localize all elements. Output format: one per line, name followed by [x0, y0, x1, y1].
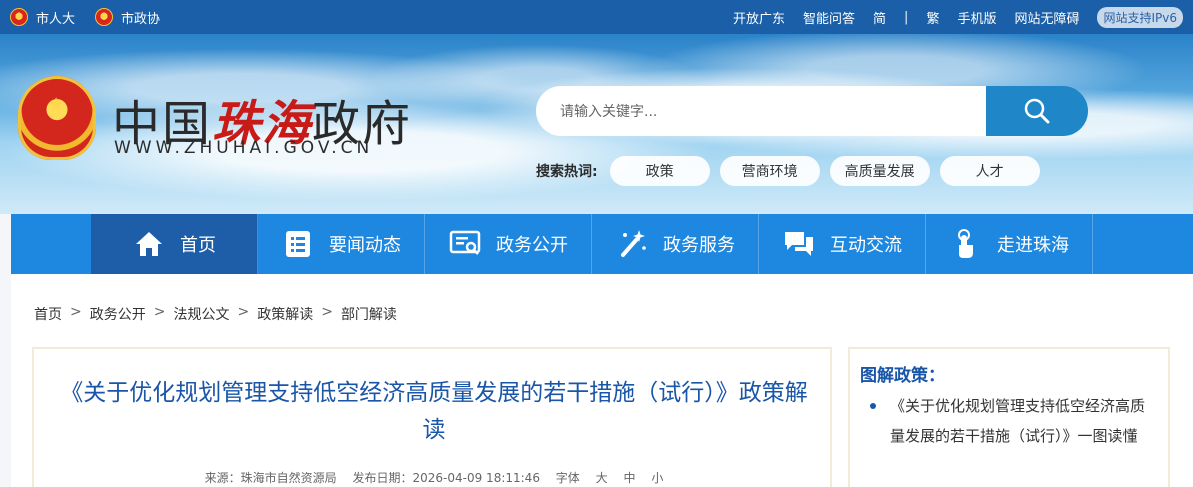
header-banner: ★ 中国珠海政府 WWW.ZHUHAI.GOV.CN 请输入关键字... 搜索热… — [0, 34, 1193, 214]
nav-item-news[interactable]: 要闻动态 — [258, 214, 425, 274]
link-simplified[interactable]: 简 — [873, 8, 886, 27]
nav-item-label: 首页 — [180, 235, 216, 256]
nav-items: 首页 要闻动态 政务公开 政务服务 互动交流 走进珠海 — [91, 214, 1093, 274]
list-item[interactable]: 《关于优化规划管理支持低空经济高质量发展的若干措施（试行）》一图读懂 — [864, 391, 1154, 451]
link-people-congress[interactable]: 市人大 — [10, 8, 75, 27]
bullet-icon — [870, 403, 876, 409]
news-list-icon — [281, 227, 315, 261]
site-url: WWW.ZHUHAI.GOV.CN — [114, 138, 374, 158]
nav-item-label: 互动交流 — [830, 235, 902, 256]
article-panel: 《关于优化规划管理支持低空经济高质量发展的若干措施（试行）》政策解读 来源：珠海… — [32, 347, 832, 487]
chat-bubbles-icon — [782, 227, 816, 261]
nav-item-label: 政务公开 — [496, 235, 568, 256]
breadcrumb-item[interactable]: 首页 — [34, 304, 62, 324]
top-bar: 市人大 市政协 开放广东 智能问答 简 | 繁 手机版 网站无障碍 网站支持IP… — [0, 0, 1193, 34]
hot-search-chip[interactable]: 营商环境 — [719, 156, 820, 186]
nav-item-open-gov[interactable]: 政务公开 — [425, 214, 592, 274]
article-title: 《关于优化规划管理支持低空经济高质量发展的若干措施（试行）》政策解读 — [60, 380, 808, 443]
link-smart-qa[interactable]: 智能问答 — [803, 8, 855, 27]
link-cppcc[interactable]: 市政协 — [95, 8, 160, 27]
nav-item-about-zhuhai[interactable]: 走进珠海 — [926, 214, 1093, 274]
link-mobile[interactable]: 手机版 — [957, 8, 996, 27]
article-date: 发布日期：2026-04-09 18:11:46 — [352, 471, 540, 485]
hot-search-chip[interactable]: 政策 — [609, 156, 710, 186]
link-traditional[interactable]: 繁 — [926, 8, 939, 27]
nav-item-service[interactable]: 政务服务 — [592, 214, 759, 274]
nav-item-interaction[interactable]: 互动交流 — [759, 214, 926, 274]
breadcrumb-separator: > — [153, 304, 166, 320]
font-size-label: 字体 — [555, 471, 580, 485]
main-content: 首页 > 政务公开 > 法规公文 > 政策解读 > 部门解读 《关于优化规划管理… — [11, 274, 1193, 487]
hot-search-chip[interactable]: 人才 — [939, 156, 1040, 186]
service-wand-icon — [615, 227, 649, 261]
top-bar-left: 市人大 市政协 — [10, 0, 160, 34]
search-bar: 请输入关键字... — [536, 86, 1088, 136]
search-icon — [1024, 98, 1050, 124]
font-size-medium[interactable]: 中 — [623, 471, 635, 485]
breadcrumb-item[interactable]: 法规公文 — [173, 304, 229, 324]
breadcrumb-separator: > — [237, 304, 250, 320]
separator: | — [904, 9, 909, 25]
sidebar-policy-graphics: 图解政策： 《关于优化规划管理支持低空经济高质量发展的若干措施（试行）》一图读懂 — [848, 347, 1170, 487]
article-source: 来源：珠海市自然资源局 — [204, 471, 337, 485]
font-size-small[interactable]: 小 — [651, 471, 663, 485]
nav-item-label: 政务服务 — [663, 235, 735, 256]
article-meta: 来源：珠海市自然资源局 发布日期：2026-04-09 18:11:46 字体 … — [34, 469, 834, 486]
link-label: 市人大 — [36, 11, 76, 27]
font-size-large[interactable]: 大 — [596, 471, 608, 485]
nav-item-label: 要闻动态 — [329, 235, 401, 256]
hand-tap-icon — [949, 227, 983, 261]
breadcrumb-item[interactable]: 部门解读 — [341, 304, 397, 324]
home-icon — [132, 227, 166, 261]
top-bar-right: 开放广东 智能问答 简 | 繁 手机版 网站无障碍 网站支持IPv6 — [733, 0, 1183, 34]
breadcrumb: 首页 > 政务公开 > 法规公文 > 政策解读 > 部门解读 — [34, 304, 397, 324]
breadcrumb-separator: > — [70, 304, 82, 320]
link-open-guangdong[interactable]: 开放广东 — [733, 8, 785, 27]
ipv6-badge: 网站支持IPv6 — [1097, 6, 1183, 28]
main-nav: 首页 要闻动态 政务公开 政务服务 互动交流 走进珠海 — [11, 214, 1193, 274]
page: 市人大 市政协 开放广东 智能问答 简 | 繁 手机版 网站无障碍 网站支持IP… — [0, 0, 1193, 487]
nav-item-label: 走进珠海 — [997, 235, 1069, 256]
link-accessibility[interactable]: 网站无障碍 — [1014, 8, 1079, 27]
hot-search: 搜索热词: 政策 营商环境 高质量发展 人才 — [536, 156, 1040, 186]
search-button[interactable] — [986, 86, 1088, 136]
open-gov-icon — [448, 227, 482, 261]
breadcrumb-item[interactable]: 政策解读 — [257, 304, 313, 324]
sidebar-heading: 图解政策： — [860, 366, 945, 386]
breadcrumb-separator: > — [321, 304, 333, 320]
emblem-icon — [10, 8, 28, 26]
breadcrumb-item[interactable]: 政务公开 — [90, 304, 146, 324]
national-emblem-icon: ★ — [18, 76, 96, 160]
link-label: 市政协 — [121, 11, 161, 27]
sidebar-list: 《关于优化规划管理支持低空经济高质量发展的若干措施（试行）》一图读懂 — [864, 391, 1154, 451]
star-icon: ★ — [48, 94, 65, 115]
list-item-text: 《关于优化规划管理支持低空经济高质量发展的若干措施（试行）》一图读懂 — [890, 397, 1146, 445]
search-input[interactable]: 请输入关键字... — [536, 86, 988, 136]
emblem-icon — [95, 8, 114, 26]
nav-item-home[interactable]: 首页 — [91, 214, 258, 274]
hot-search-chip[interactable]: 高质量发展 — [829, 156, 930, 186]
hot-search-label: 搜索热词: — [536, 164, 598, 180]
